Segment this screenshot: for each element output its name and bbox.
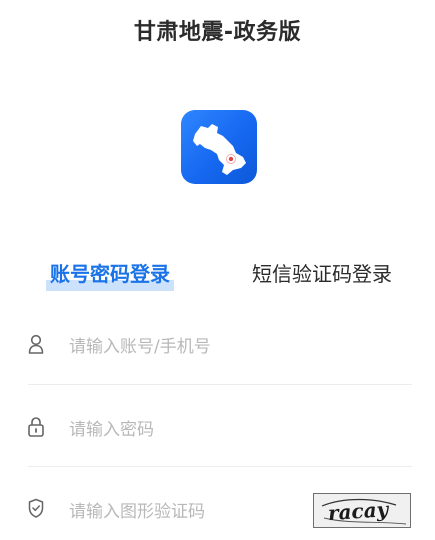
password-input[interactable]: 请输入密码 <box>69 415 154 440</box>
divider <box>28 466 412 467</box>
tab-account-password-login[interactable]: 账号密码登录 <box>46 258 174 291</box>
captcha-image[interactable]: racay <box>313 493 411 528</box>
account-input[interactable]: 请输入账号/手机号 <box>69 332 211 357</box>
divider <box>28 384 412 385</box>
lock-icon <box>28 416 50 438</box>
account-field[interactable]: 请输入账号/手机号 <box>28 324 412 364</box>
password-field[interactable]: 请输入密码 <box>28 407 412 447</box>
user-icon <box>28 333 50 355</box>
app-logo <box>181 110 257 184</box>
gansu-map-icon <box>193 124 246 175</box>
page-title: 甘肃地震-政务版 <box>133 20 302 45</box>
tab-sms-code-login[interactable]: 短信验证码登录 <box>252 258 392 287</box>
captcha-input[interactable]: 请输入图形验证码 <box>69 497 205 522</box>
tab-label: 短信验证码登录 <box>252 262 392 286</box>
tab-label: 账号密码登录 <box>50 262 170 286</box>
captcha-text: racay <box>327 497 390 525</box>
shield-icon <box>28 498 50 520</box>
